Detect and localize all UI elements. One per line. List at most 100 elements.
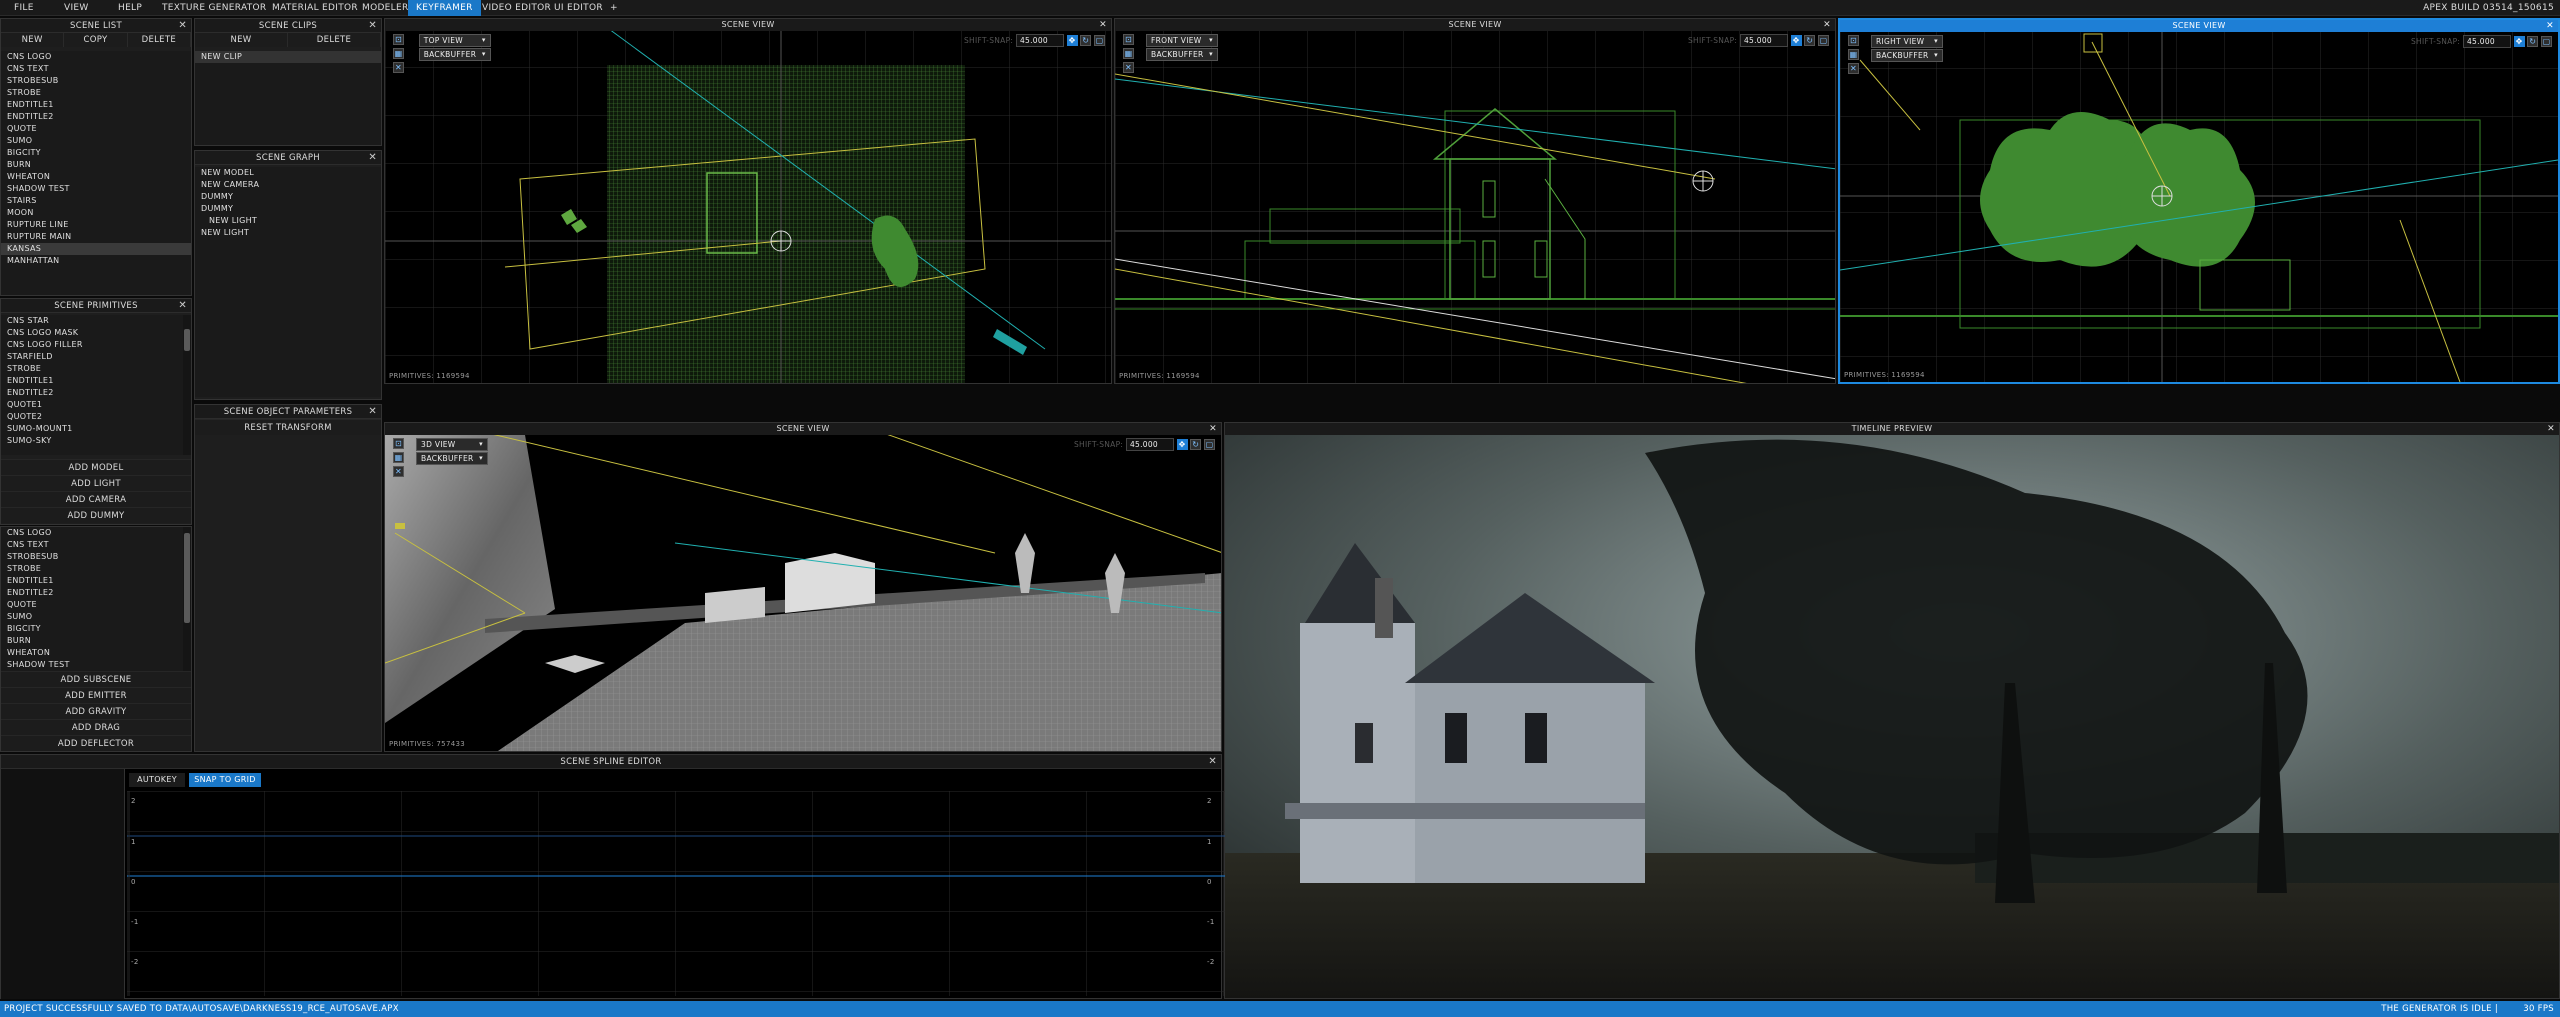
autokey-toggle[interactable]: AUTOKEY xyxy=(129,773,185,787)
buffer-dropdown[interactable]: BACKBUFFER xyxy=(418,48,491,61)
list-item[interactable]: BURN xyxy=(1,159,191,171)
list-item[interactable]: CNS LOGO xyxy=(1,527,185,539)
list-item[interactable]: BIGCITY xyxy=(1,623,185,635)
grid-icon[interactable]: ▦ xyxy=(393,48,404,59)
list-item[interactable]: ENDTITLE2 xyxy=(1,587,185,599)
camera-icon[interactable]: ⊡ xyxy=(1848,35,1859,46)
tree-item[interactable]: DUMMY xyxy=(195,203,381,215)
maximize-icon[interactable]: ▢ xyxy=(1818,35,1829,46)
add-subscene-button[interactable]: ADD SUBSCENE xyxy=(1,671,191,687)
list-item[interactable]: ENDTITLE2 xyxy=(1,111,191,123)
clip-new-button[interactable]: NEW xyxy=(195,33,288,47)
snap-to-grid-toggle[interactable]: SNAP TO GRID xyxy=(189,773,261,787)
list-item[interactable]: SUMO xyxy=(1,135,191,147)
tree-item[interactable]: NEW LIGHT xyxy=(195,215,381,227)
list-item-selected[interactable]: KANSAS xyxy=(1,243,191,255)
list-item[interactable]: QUOTE xyxy=(1,123,191,135)
list-item[interactable]: SUMO xyxy=(1,611,185,623)
add-camera-button[interactable]: ADD CAMERA xyxy=(1,491,191,507)
list-item[interactable]: SUMO-SKY xyxy=(1,435,185,447)
list-item[interactable]: NEW CLIP xyxy=(195,51,381,63)
scene-copy-button[interactable]: COPY xyxy=(64,33,128,47)
maximize-icon[interactable]: ▢ xyxy=(1204,439,1215,450)
camera-icon[interactable]: ⊡ xyxy=(393,438,404,449)
close-icon[interactable]: ✕ xyxy=(368,405,377,419)
scene-new-button[interactable]: NEW xyxy=(1,33,65,47)
snap-value-input[interactable]: 45.000 xyxy=(1739,34,1788,47)
menu-add-tab[interactable]: + xyxy=(602,0,626,16)
view-mode-dropdown[interactable]: 3D VIEW xyxy=(416,438,488,451)
close-icon[interactable]: ✕ xyxy=(368,151,377,165)
snap-value-input[interactable]: 45.000 xyxy=(1125,438,1174,451)
add-model-button[interactable]: ADD MODEL xyxy=(1,459,191,475)
timeline-preview[interactable]: TIMELINE PREVIEW ✕ xyxy=(1224,422,2560,999)
top-view-viewport[interactable]: SCENE VIEW ✕ ⊡ TOP VIEW ▦ BACKBUFFER ✕ SH… xyxy=(384,18,1112,384)
list-item[interactable]: STROBE xyxy=(1,563,185,575)
grid-icon[interactable]: ▦ xyxy=(393,452,404,463)
list-item[interactable]: CNS LOGO FILLER xyxy=(1,339,185,351)
menu-texture-generator[interactable]: TEXTURE GENERATOR xyxy=(154,0,274,16)
tree-item[interactable]: NEW CAMERA xyxy=(195,179,381,191)
view-mode-dropdown[interactable]: FRONT VIEW xyxy=(1146,34,1218,47)
add-gravity-button[interactable]: ADD GRAVITY xyxy=(1,703,191,719)
list-item[interactable]: CNS TEXT xyxy=(1,63,191,75)
list-item[interactable]: MOON xyxy=(1,207,191,219)
close-icon[interactable]: ✕ xyxy=(1208,755,1217,769)
scrollbar[interactable] xyxy=(183,527,191,672)
move-icon[interactable]: ✥ xyxy=(2513,36,2525,47)
close-icon[interactable]: ✕ xyxy=(1099,19,1107,31)
buffer-dropdown[interactable]: BACKBUFFER xyxy=(1146,48,1218,61)
add-dummy-button[interactable]: ADD DUMMY xyxy=(1,507,191,523)
list-item[interactable]: WHEATON xyxy=(1,171,191,183)
rotate-icon[interactable]: ↻ xyxy=(1804,35,1816,46)
list-item[interactable]: STROBESUB xyxy=(1,75,191,87)
spline-channel-list[interactable] xyxy=(1,769,125,999)
tree-item[interactable]: NEW MODEL xyxy=(195,167,381,179)
view-mode-dropdown[interactable]: TOP VIEW xyxy=(418,34,491,47)
right-view-viewport[interactable]: SCENE VIEW ✕ ⊡ RIGHT VIEW ▦ BACKBUFFER ✕ SH… xyxy=(1838,18,2560,384)
move-icon[interactable]: ✥ xyxy=(1066,35,1078,46)
list-item[interactable]: CNS LOGO xyxy=(1,51,191,63)
maximize-icon[interactable]: ▢ xyxy=(1094,35,1105,46)
list-item[interactable]: SUMO-MOUNT1 xyxy=(1,423,185,435)
list-item[interactable]: RUPTURE LINE xyxy=(1,219,191,231)
buffer-dropdown[interactable]: BACKBUFFER xyxy=(416,452,488,465)
add-drag-button[interactable]: ADD DRAG xyxy=(1,719,191,735)
camera-icon[interactable]: ⊡ xyxy=(1123,34,1134,45)
add-light-button[interactable]: ADD LIGHT xyxy=(1,475,191,491)
move-icon[interactable]: ✥ xyxy=(1790,35,1802,46)
grid-icon[interactable]: ▦ xyxy=(1848,49,1859,60)
spline-graph[interactable] xyxy=(127,791,1225,996)
menu-file[interactable]: FILE xyxy=(6,0,42,16)
list-item[interactable]: CNS TEXT xyxy=(1,539,185,551)
list-item[interactable]: SHADOW TEST xyxy=(1,183,191,195)
close-icon[interactable]: ✕ xyxy=(2546,20,2554,32)
rotate-icon[interactable]: ↻ xyxy=(1080,35,1092,46)
menu-help[interactable]: HELP xyxy=(110,0,150,16)
add-emitter-button[interactable]: ADD EMITTER xyxy=(1,687,191,703)
snap-value-input[interactable]: 45.000 xyxy=(2462,35,2511,48)
snap-value-input[interactable]: 45.000 xyxy=(1015,34,1064,47)
front-view-viewport[interactable]: SCENE VIEW ✕ ⊡ FRONT VIEW ▦ BACKBUFFER ✕ SH… xyxy=(1114,18,1836,384)
clip-delete-button[interactable]: DELETE xyxy=(288,33,381,47)
list-item[interactable]: MANHATTAN xyxy=(1,255,191,267)
rotate-icon[interactable]: ↻ xyxy=(2527,36,2539,47)
menu-material-editor[interactable]: MATERIAL EDITOR xyxy=(264,0,366,16)
list-item[interactable]: ENDTITLE1 xyxy=(1,99,191,111)
list-item[interactable]: STROBE xyxy=(1,363,185,375)
buffer-dropdown[interactable]: BACKBUFFER xyxy=(1871,49,1943,62)
axis-icon[interactable]: ✕ xyxy=(1123,62,1134,73)
tree-item[interactable]: NEW LIGHT xyxy=(195,227,381,239)
list-item[interactable]: ENDTITLE1 xyxy=(1,575,185,587)
list-item[interactable]: RUPTURE MAIN xyxy=(1,231,191,243)
list-item[interactable]: ENDTITLE2 xyxy=(1,387,185,399)
list-item[interactable]: BURN xyxy=(1,635,185,647)
rotate-icon[interactable]: ↻ xyxy=(1190,439,1202,450)
menu-view[interactable]: VIEW xyxy=(56,0,97,16)
list-item[interactable]: ENDTITLE1 xyxy=(1,375,185,387)
close-icon[interactable]: ✕ xyxy=(178,299,187,313)
add-deflector-button[interactable]: ADD DEFLECTOR xyxy=(1,735,191,751)
close-icon[interactable]: ✕ xyxy=(178,19,187,33)
list-item[interactable]: QUOTE2 xyxy=(1,411,185,423)
list-item[interactable]: STAIRS xyxy=(1,195,191,207)
